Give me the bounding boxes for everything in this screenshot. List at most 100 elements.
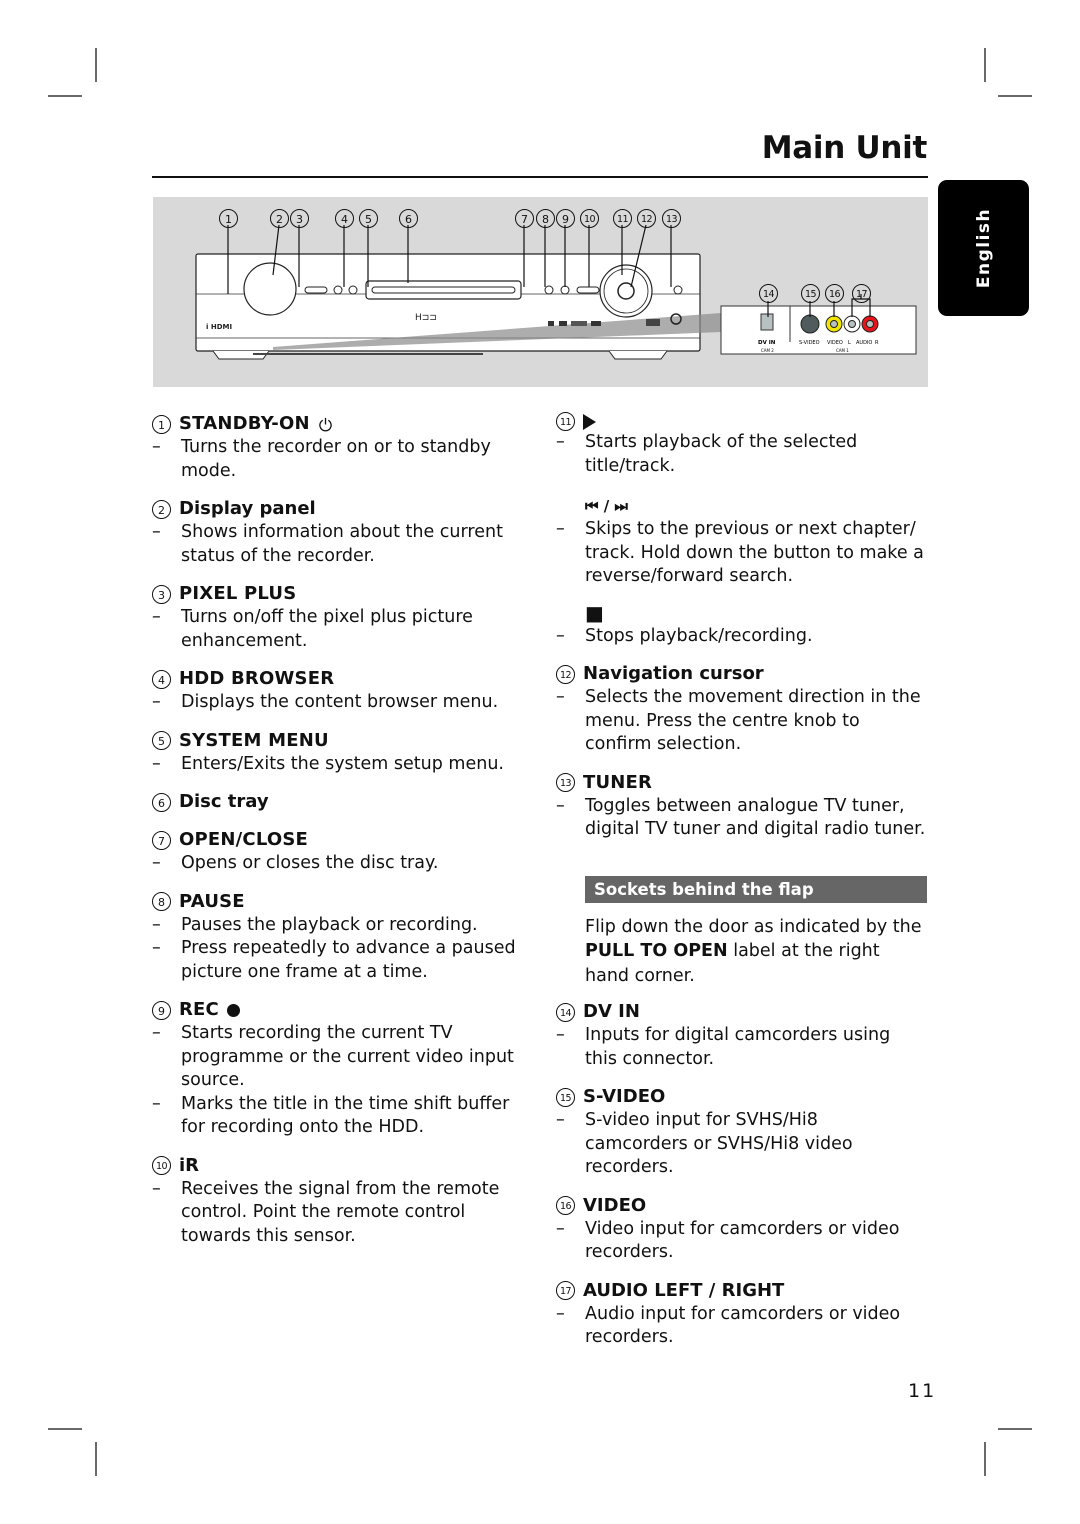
item-title: PIXEL PLUS <box>179 583 297 604</box>
item-description: – Video input for camcorders or video rec… <box>556 1218 900 1263</box>
page-number: 11 <box>908 1380 937 1402</box>
audio-l-label: L <box>848 340 851 346</box>
item-title: Display panel <box>179 498 316 519</box>
item-description: – Shows information about the current sta… <box>152 522 503 566</box>
page-title: Main Unit <box>761 130 928 166</box>
item-description: – Enters/Exits the system setup menu. <box>152 753 504 774</box>
item-description: – Inputs for digital camcorders using thi… <box>556 1025 891 1069</box>
crop-mark <box>48 95 82 97</box>
item-title: VIDEO <box>583 1194 647 1216</box>
callout-14: 14 <box>759 284 778 303</box>
item-6: 6 Disc tray <box>152 790 522 814</box>
item-title: STANDBY-ON <box>179 413 310 434</box>
item-description: – Stops playback/recording. <box>556 625 813 646</box>
item-number: 17 <box>556 1281 575 1300</box>
crop-mark <box>998 95 1032 97</box>
item-title: DV IN <box>583 1001 640 1022</box>
recorder-front-panel: H⊐⊐ i HDMI <box>195 224 721 360</box>
item-1: 1 STANDBY-ON – Turns the recorder on or to … <box>152 412 522 483</box>
item-description: – Marks the title in the time shift buffe… <box>152 1093 510 1138</box>
item-7: 7 OPEN/CLOSE – Opens or closes the disc tra… <box>152 828 522 876</box>
crop-mark <box>998 1428 1032 1430</box>
item-4: 4 HDD BROWSER – Displays the content browse… <box>152 667 522 715</box>
sockets-list: 14 DV IN – Inputs for digital camcorders us… <box>556 1000 926 1350</box>
callout-3: 3 <box>290 209 309 228</box>
dv-in-label: DV IN <box>758 340 776 346</box>
item-16: 16 VIDEO – Video input for camcorders or vi… <box>556 1194 926 1265</box>
callout-2: 2 <box>270 209 289 228</box>
item-title: Navigation cursor <box>583 663 764 684</box>
callout-9: 9 <box>556 209 575 228</box>
item-title: S-VIDEO <box>583 1086 666 1107</box>
item-number: 7 <box>152 830 171 850</box>
item-title: REC <box>179 999 219 1020</box>
crop-mark <box>48 1428 82 1430</box>
callout-5: 5 <box>359 209 378 228</box>
cam1-label: CAM 1 <box>836 348 849 353</box>
item-9: 9 REC – Starts recording the current TV pro… <box>152 998 522 1140</box>
main-unit-illustration: H⊐⊐ i HDMI DV IN S-VIDEO VIDEO L AUDIO R… <box>153 197 928 387</box>
item-number: 10 <box>152 1156 171 1175</box>
item-15: 15 S-VIDEO – S-video input for SVHS/Hi8 cam… <box>556 1085 926 1180</box>
item-2: 2 Display panel – Shows information about t… <box>152 497 522 568</box>
item-title: PAUSE <box>179 890 245 912</box>
item-13: 13 TUNER – Toggles between analogue TV tu… <box>556 771 926 842</box>
item-10: 10 iR – Receives the signal from the remote… <box>152 1154 522 1249</box>
cam2-label: CAM 2 <box>761 348 774 353</box>
callout-10: 10 <box>580 209 599 228</box>
callout-4: 4 <box>335 209 354 228</box>
pull-to-open-label: PULL TO OPEN <box>585 941 728 961</box>
power-icon <box>318 417 332 431</box>
callout-7: 7 <box>515 209 534 228</box>
callout-11: 11 <box>613 209 632 228</box>
callout-16: 16 <box>825 284 844 303</box>
item-title: AUDIO LEFT / RIGHT <box>583 1279 785 1301</box>
record-dot-icon <box>226 1003 240 1017</box>
item-number: 15 <box>556 1087 575 1107</box>
item-description: – Skips to the previous or next chapter/ … <box>556 519 924 586</box>
item-title: TUNER <box>583 771 653 793</box>
item-description: – Displays the content browser menu. <box>152 692 499 712</box>
item-number: 13 <box>556 773 575 792</box>
item-number: 2 <box>152 499 171 519</box>
item-3: 3 PIXEL PLUS – Turns on/off the pixel plus … <box>152 582 522 653</box>
audio-label: AUDIO <box>856 340 872 346</box>
stop-icon: ■ <box>585 600 604 625</box>
item-number: 16 <box>556 1196 575 1215</box>
callout-6: 6 <box>399 209 418 228</box>
item-description: – S-video input for SVHS/Hi8 camcorders o… <box>556 1110 853 1177</box>
left-column: 1 STANDBY-ON – Turns the recorder on or to … <box>152 412 522 1262</box>
crop-mark <box>984 1442 986 1476</box>
right-column: 11 – Starts playback of the selected titl… <box>556 412 927 1364</box>
item-number: 14 <box>556 1002 575 1022</box>
item-number: 11 <box>556 412 575 431</box>
language-tab: English <box>938 180 1029 316</box>
s-video-label: S-VIDEO <box>799 340 820 346</box>
crop-mark <box>95 1442 97 1476</box>
item-title: SYSTEM MENU <box>179 729 329 751</box>
language-tab-label: English <box>973 207 994 289</box>
callout-8: 8 <box>536 209 555 228</box>
crop-mark <box>95 48 97 82</box>
item-title: Disc tray <box>179 791 269 812</box>
callout-17: 17 <box>852 284 871 303</box>
callout-15: 15 <box>801 284 820 303</box>
item-description: – Pauses the playback or recording. <box>152 914 478 935</box>
play-icon <box>583 413 596 430</box>
item-description: – Starts recording the current TV program… <box>152 1023 514 1090</box>
item-description: – Toggles between analogue TV tuner, digi… <box>556 795 926 840</box>
callout-1: 1 <box>219 209 238 228</box>
video-label: VIDEO <box>827 340 843 346</box>
item-title: HDD BROWSER <box>179 668 335 689</box>
item-12: 12 Navigation cursor – Selects the moveme… <box>556 662 926 757</box>
section-header: Sockets behind the flap <box>585 875 927 903</box>
item-description: – Selects the movement direction in the m… <box>556 687 921 754</box>
skip-previous-next-icon: ⏮ / ⏭ <box>585 497 628 515</box>
item-5: 5 SYSTEM MENU – Enters/Exits the system set… <box>152 729 522 777</box>
item-description: – Press repeatedly to advance a paused pi… <box>152 938 516 982</box>
crop-mark <box>984 48 986 82</box>
item-description: – Turns on/off the pixel plus picture enh… <box>152 607 473 651</box>
svg-text:i HDMI: i HDMI <box>206 323 232 331</box>
item-description: – Starts playback of the selected title/t… <box>556 432 858 476</box>
item-11: 11 – Starts playback of the selected titl… <box>556 412 926 648</box>
